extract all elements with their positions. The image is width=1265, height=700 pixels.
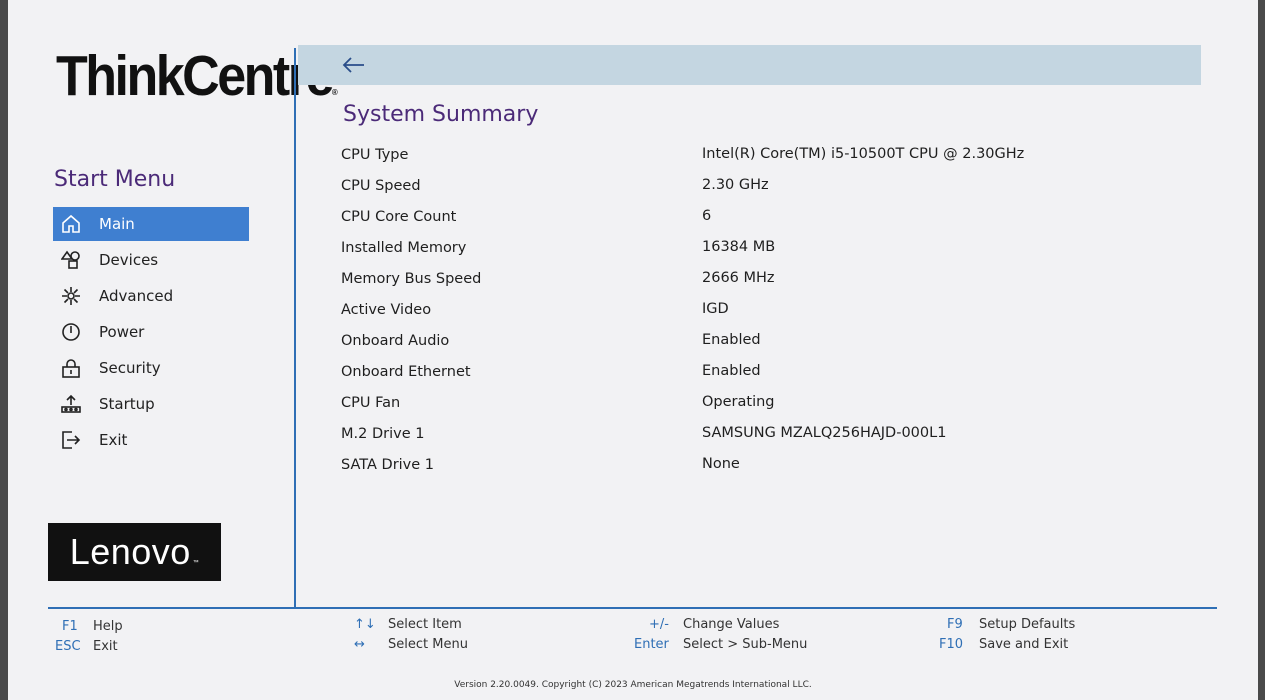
menu-item-label: Main bbox=[99, 215, 135, 233]
hotkey-select-item-action: Select Item bbox=[388, 617, 462, 632]
horizontal-divider bbox=[48, 607, 1217, 609]
row-label: Installed Memory bbox=[341, 240, 467, 256]
hotkey-save-exit-action: Save and Exit bbox=[979, 637, 1069, 652]
hotkey-enter-key: Enter bbox=[634, 637, 669, 652]
row-label: CPU Fan bbox=[341, 395, 401, 411]
summary-row-onboard-audio: Onboard Audio Enabled bbox=[341, 326, 1201, 357]
start-menu: Main Devices Advanced Power Security Sta… bbox=[53, 207, 249, 459]
row-value: Intel(R) Core(TM) i5-10500T CPU @ 2.30GH… bbox=[702, 146, 1025, 162]
summary-row-cpu-type: CPU Type Intel(R) Core(TM) i5-10500T CPU … bbox=[341, 140, 1201, 171]
lock-icon bbox=[61, 358, 81, 378]
summary-row-cpu-fan: CPU Fan Operating bbox=[341, 388, 1201, 419]
hotkey-esc-key: ESC bbox=[55, 639, 81, 654]
menu-item-advanced[interactable]: Advanced bbox=[53, 279, 249, 313]
up-down-arrows-icon: ↑↓ bbox=[354, 617, 376, 632]
row-label: SATA Drive 1 bbox=[341, 457, 435, 473]
menu-item-label: Exit bbox=[99, 431, 128, 449]
summary-row-memory-bus-speed: Memory Bus Speed 2666 MHz bbox=[341, 264, 1201, 295]
hotkey-f9-key: F9 bbox=[947, 617, 963, 632]
row-label: M.2 Drive 1 bbox=[341, 426, 425, 442]
summary-row-onboard-ethernet: Onboard Ethernet Enabled bbox=[341, 357, 1201, 388]
menu-item-label: Advanced bbox=[99, 287, 174, 305]
menu-item-main[interactable]: Main bbox=[53, 207, 249, 241]
row-value: 2666 MHz bbox=[702, 270, 775, 286]
row-label: Active Video bbox=[341, 302, 432, 318]
row-label: CPU Speed bbox=[341, 178, 421, 194]
summary-list: CPU Type Intel(R) Core(TM) i5-10500T CPU … bbox=[341, 140, 1201, 481]
vertical-divider bbox=[294, 48, 296, 608]
hotkey-plus-minus-key: +/- bbox=[649, 617, 669, 632]
row-value: 6 bbox=[702, 208, 712, 224]
summary-row-cpu-speed: CPU Speed 2.30 GHz bbox=[341, 171, 1201, 202]
menu-item-label: Security bbox=[99, 359, 161, 377]
row-value: SAMSUNG MZALQ256HAJD-000L1 bbox=[702, 425, 947, 441]
row-value: Enabled bbox=[702, 363, 761, 379]
row-label: Onboard Audio bbox=[341, 333, 450, 349]
hotkey-f10-key: F10 bbox=[939, 637, 964, 652]
home-icon bbox=[61, 214, 81, 234]
menu-item-exit[interactable]: Exit bbox=[53, 423, 249, 457]
left-right-arrows-icon: ↔ bbox=[354, 637, 365, 652]
menu-item-label: Power bbox=[99, 323, 145, 341]
back-arrow-icon[interactable] bbox=[340, 53, 368, 77]
exit-icon bbox=[61, 430, 81, 450]
row-value: Operating bbox=[702, 394, 775, 410]
summary-row-sata-drive-1: SATA Drive 1 None bbox=[341, 450, 1201, 481]
row-value: 2.30 GHz bbox=[702, 177, 769, 193]
advanced-icon bbox=[61, 286, 81, 306]
menu-item-startup[interactable]: Startup bbox=[53, 387, 249, 421]
start-menu-title: Start Menu bbox=[54, 167, 176, 192]
summary-row-active-video: Active Video IGD bbox=[341, 295, 1201, 326]
menu-item-power[interactable]: Power bbox=[53, 315, 249, 349]
menu-item-label: Devices bbox=[99, 251, 159, 269]
summary-row-installed-memory: Installed Memory 16384 MB bbox=[341, 233, 1201, 264]
hotkey-esc-action: Exit bbox=[93, 639, 118, 654]
hotkey-change-values-action: Change Values bbox=[683, 617, 780, 632]
menu-item-devices[interactable]: Devices bbox=[53, 243, 249, 277]
summary-row-m2-drive-1: M.2 Drive 1 SAMSUNG MZALQ256HAJD-000L1 bbox=[341, 419, 1201, 450]
row-value: IGD bbox=[702, 301, 729, 317]
hotkey-f1-action: Help bbox=[93, 619, 123, 634]
hotkey-f1-key: F1 bbox=[62, 619, 78, 634]
hotkey-select-menu-action: Select Menu bbox=[388, 637, 468, 652]
bios-screen: ThinkCentre® Start Menu Main Devices Adv… bbox=[8, 0, 1258, 700]
summary-row-cpu-core-count: CPU Core Count 6 bbox=[341, 202, 1201, 233]
header-bar bbox=[298, 45, 1201, 85]
row-label: Onboard Ethernet bbox=[341, 364, 471, 380]
hotkey-sub-menu-action: Select > Sub-Menu bbox=[683, 637, 808, 652]
hotkey-setup-defaults-action: Setup Defaults bbox=[979, 617, 1076, 632]
lenovo-logo: Lenovo ™ bbox=[48, 523, 221, 581]
version-info: Version 2.20.0049. Copyright (C) 2023 Am… bbox=[454, 680, 812, 690]
row-value: 16384 MB bbox=[702, 239, 776, 255]
menu-item-security[interactable]: Security bbox=[53, 351, 249, 385]
page-title: System Summary bbox=[343, 102, 539, 127]
row-value: Enabled bbox=[702, 332, 761, 348]
row-value: None bbox=[702, 456, 740, 472]
menu-item-label: Startup bbox=[99, 395, 155, 413]
row-label: CPU Core Count bbox=[341, 209, 457, 225]
row-label: CPU Type bbox=[341, 147, 409, 163]
hotkey-legend: F1 Help ESC Exit ↑↓ Select Item ↔ Select… bbox=[8, 615, 1258, 660]
startup-icon bbox=[61, 394, 81, 414]
row-label: Memory Bus Speed bbox=[341, 271, 482, 287]
power-icon bbox=[61, 322, 81, 342]
devices-icon bbox=[61, 250, 81, 270]
